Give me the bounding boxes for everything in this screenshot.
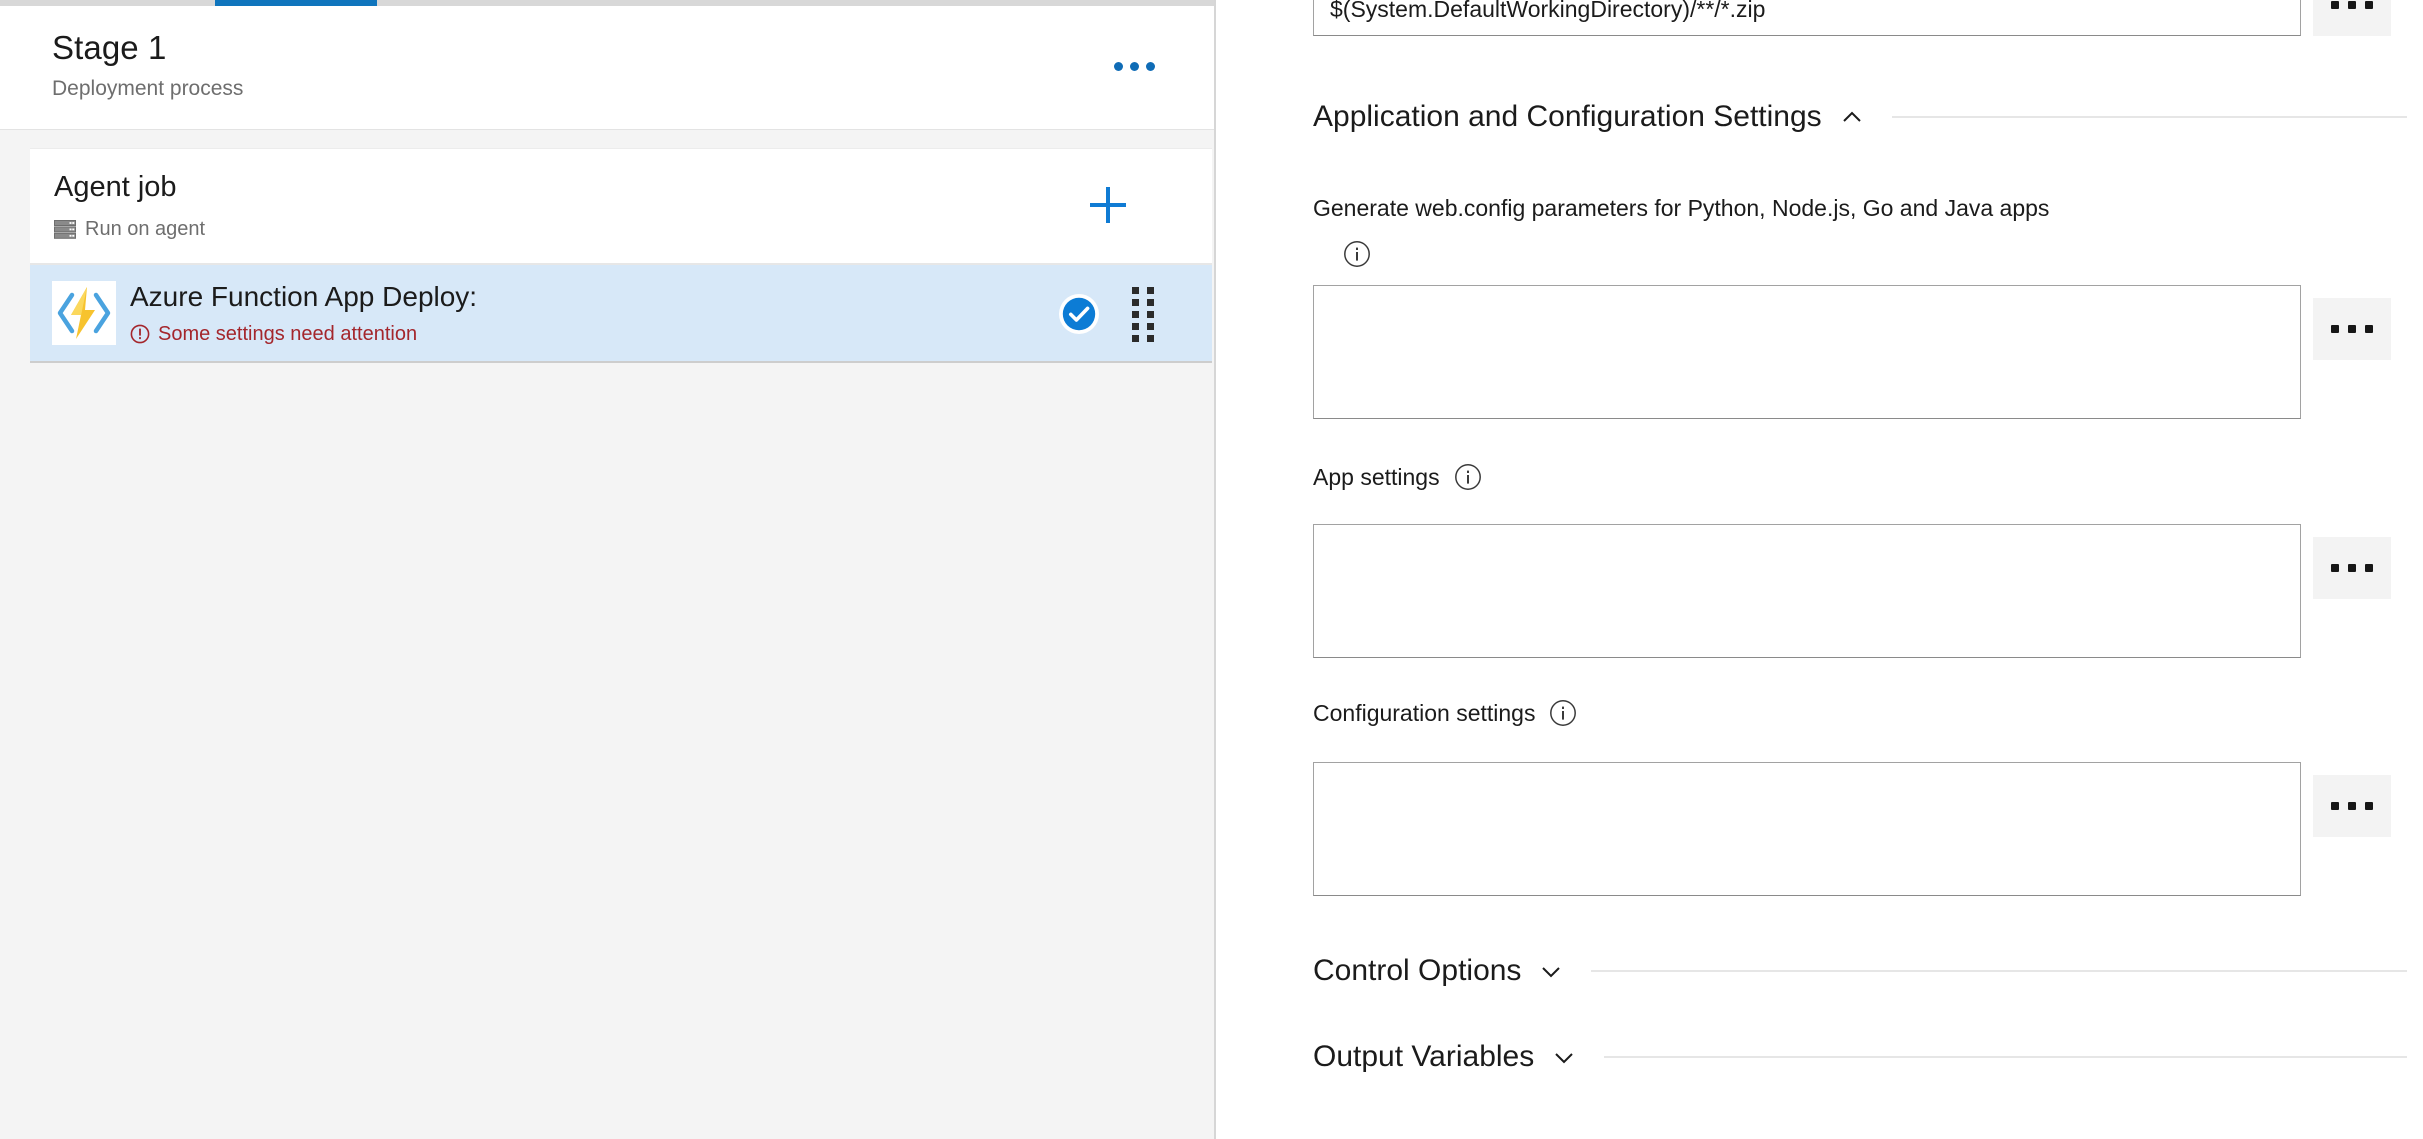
azure-function-app-icon bbox=[57, 287, 111, 339]
ellipsis-horizontal-icon bbox=[2348, 1, 2356, 9]
warning-circle-icon bbox=[130, 324, 150, 344]
agent-job-subtitle: Run on agent bbox=[54, 217, 205, 241]
section-label: Output Variables bbox=[1313, 1040, 1535, 1073]
info-circle-icon bbox=[1454, 464, 1481, 490]
package-browse-button[interactable] bbox=[2313, 0, 2391, 36]
section-divider bbox=[1604, 1056, 2407, 1058]
ellipsis-horizontal-icon bbox=[2331, 802, 2339, 810]
ellipsis-horizontal-icon bbox=[2348, 564, 2356, 572]
stage-more-menu-button[interactable] bbox=[1106, 44, 1162, 88]
ellipsis-horizontal-icon bbox=[2348, 325, 2356, 333]
add-task-button[interactable] bbox=[1082, 179, 1134, 231]
info-circle-icon bbox=[1344, 241, 1370, 267]
section-label: Control Options bbox=[1313, 954, 1522, 987]
field-label-text: App settings bbox=[1313, 464, 1440, 490]
ellipsis-horizontal-icon bbox=[2365, 564, 2373, 572]
section-header-application-and-configuration-settings[interactable]: Application and Configuration Settings bbox=[1313, 98, 2407, 136]
drag-dots-icon bbox=[1132, 322, 1139, 330]
chevron-down-icon[interactable] bbox=[1550, 1043, 1578, 1071]
task-row-azure-function-app-deploy[interactable]: Azure Function App Deploy: Some settings… bbox=[30, 265, 1212, 363]
stage-title: Stage 1 bbox=[52, 29, 167, 66]
ellipsis-horizontal-icon bbox=[2348, 802, 2356, 810]
ellipsis-horizontal-icon bbox=[1129, 61, 1139, 71]
field-label-configuration-settings: Configuration settings bbox=[1313, 698, 1577, 728]
ellipsis-horizontal-icon bbox=[2331, 1, 2339, 9]
chevron-down-icon[interactable] bbox=[1537, 957, 1565, 985]
ellipsis-horizontal-icon bbox=[2331, 564, 2339, 572]
ellipsis-horizontal-icon bbox=[2365, 802, 2373, 810]
stage-header: Stage 1 Deployment process bbox=[0, 6, 1214, 130]
section-label: Application and Configuration Settings bbox=[1313, 100, 1822, 133]
ellipsis-horizontal-icon bbox=[1145, 61, 1155, 71]
field-label-app-settings: App settings bbox=[1313, 462, 1482, 492]
ellipsis-horizontal-icon bbox=[2365, 1, 2373, 9]
drag-dots-icon bbox=[1147, 310, 1154, 318]
agent-job-sub-label: Run on agent bbox=[85, 218, 206, 240]
configuration-settings-input[interactable] bbox=[1313, 762, 2301, 896]
section-header-output-variables[interactable]: Output Variables bbox=[1313, 1038, 2407, 1076]
agent-job-name: Agent job bbox=[54, 171, 177, 203]
info-button-app-settings[interactable] bbox=[1454, 463, 1482, 491]
agent-job-row[interactable]: Agent job Run on agent bbox=[30, 149, 1212, 265]
chevron-up-icon[interactable] bbox=[1838, 103, 1866, 131]
azure-function-app-icon-tile bbox=[52, 281, 116, 345]
field-row-app-settings bbox=[1313, 524, 2391, 658]
drag-dots-icon bbox=[1147, 322, 1154, 330]
info-button-configuration-settings[interactable] bbox=[1549, 699, 1577, 727]
task-enabled-toggle[interactable] bbox=[1058, 293, 1100, 335]
field-row-configuration-settings bbox=[1313, 762, 2391, 896]
package-input[interactable]: $(System.DefaultWorkingDirectory)/**/*.z… bbox=[1313, 0, 2301, 36]
generate-web-config-parameters-input[interactable] bbox=[1313, 285, 2301, 419]
drag-dots-icon bbox=[1147, 286, 1154, 294]
ellipsis-horizontal-icon bbox=[2331, 325, 2339, 333]
drag-dots-icon bbox=[1132, 286, 1139, 294]
field-label-text: Configuration settings bbox=[1313, 700, 1536, 726]
configuration-settings-browse-button[interactable] bbox=[2313, 775, 2391, 837]
plus-icon bbox=[1090, 187, 1126, 223]
agent-job-card: Agent job Run on agent Azure Function Ap… bbox=[30, 148, 1212, 363]
app-settings-input[interactable] bbox=[1313, 524, 2301, 658]
task-warning-text: Some settings need attention bbox=[158, 323, 418, 345]
drag-dots-icon bbox=[1147, 334, 1154, 342]
check-circle-filled-icon bbox=[1059, 294, 1099, 334]
task-warning: Some settings need attention bbox=[130, 321, 417, 347]
ellipsis-horizontal-icon bbox=[2365, 325, 2373, 333]
field-label-generate-web-config-parameters: Generate web.config parameters for Pytho… bbox=[1313, 193, 2333, 223]
info-button-generate-web-config-parameters[interactable] bbox=[1343, 240, 1371, 268]
server-rack-icon bbox=[54, 219, 76, 239]
info-circle-icon bbox=[1550, 700, 1577, 726]
drag-dots-icon bbox=[1132, 298, 1139, 306]
pipeline-tasks-panel: Stage 1 Deployment process Agent job Run… bbox=[0, 0, 1216, 1139]
drag-dots-icon bbox=[1132, 334, 1139, 342]
field-row-generate-web-config-parameters bbox=[1313, 285, 2391, 419]
release-pipeline-task-editor: Stage 1 Deployment process Agent job Run… bbox=[0, 0, 2423, 1139]
app-settings-browse-button[interactable] bbox=[2313, 537, 2391, 599]
section-divider bbox=[1891, 116, 2407, 118]
ellipsis-horizontal-icon bbox=[1113, 61, 1123, 71]
package-field-row: $(System.DefaultWorkingDirectory)/**/*.z… bbox=[1313, 0, 2391, 36]
section-divider bbox=[1591, 970, 2407, 972]
task-settings-panel: $(System.DefaultWorkingDirectory)/**/*.z… bbox=[1216, 0, 2423, 1139]
section-header-control-options[interactable]: Control Options bbox=[1313, 952, 2407, 990]
drag-dots-icon bbox=[1147, 298, 1154, 306]
generate-web-config-parameters-browse-button[interactable] bbox=[2313, 298, 2391, 360]
stage-subtitle: Deployment process bbox=[52, 77, 244, 100]
drag-dots-icon bbox=[1132, 310, 1139, 318]
task-drag-handle[interactable] bbox=[1132, 286, 1156, 342]
field-label-text: Generate web.config parameters for Pytho… bbox=[1313, 195, 2050, 221]
task-title: Azure Function App Deploy: bbox=[130, 281, 478, 312]
